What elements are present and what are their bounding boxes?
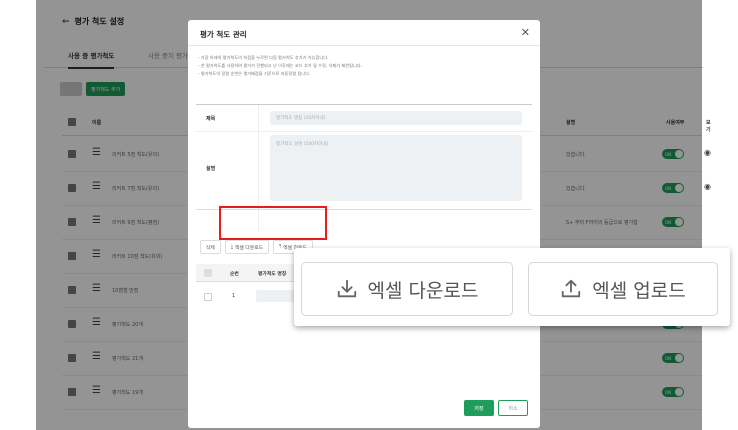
zoomed-excel-download-button[interactable]: 엑셀 다운로드 bbox=[301, 262, 513, 316]
modal-notes: - 가장 아래의 평가척도의 처점을 누르면 다음 평가척도 추가가 가능합니다… bbox=[198, 54, 528, 78]
upload-icon: ⤒ bbox=[278, 245, 282, 250]
save-button[interactable]: 저장 bbox=[464, 400, 494, 416]
cancel-button[interactable]: 취소 bbox=[498, 400, 528, 416]
eye-icon[interactable]: ◉ bbox=[704, 182, 711, 191]
download-icon: ⤓ bbox=[230, 245, 233, 250]
title-input[interactable]: 평가척도 명칭 (20자이내) bbox=[270, 111, 522, 125]
highlight-box bbox=[219, 206, 327, 240]
close-icon[interactable]: ✕ bbox=[521, 26, 530, 39]
select-all-checkbox[interactable] bbox=[204, 269, 212, 277]
modal-header: 평가 척도 관리 ✕ bbox=[188, 20, 540, 46]
note-line: - 가장 아래의 평가척도의 처점을 누르면 다음 평가척도 추가가 가능합니다… bbox=[198, 55, 329, 60]
download-icon bbox=[337, 279, 356, 298]
title-label: 제목 bbox=[206, 116, 216, 122]
screen: ← 평가 척도 설정 사용 중 평가척도 사용 중지 평가척도 평가척도 추가 … bbox=[0, 0, 738, 430]
zoomed-excel-upload-button[interactable]: 엑셀 업로드 bbox=[528, 262, 718, 316]
zoom-callout: 엑셀 다운로드 엑셀 업로드 bbox=[294, 248, 730, 326]
eye-icon[interactable]: ◉ bbox=[704, 148, 711, 157]
excel-download-button[interactable]: ⤓ 엑셀 다운로드 bbox=[224, 240, 269, 254]
modal-footer: 저장 취소 bbox=[464, 400, 528, 416]
upload-icon bbox=[562, 279, 581, 298]
desc-label: 설명 bbox=[206, 166, 216, 172]
note-line: - 평가척도의 정렬 순번은 평가배점을 기준으로 자동정렬 됩니다. bbox=[198, 71, 311, 76]
note-line: - 한 평가척도를 사용하여 평가가 진행되고 난 이후에는 코드 추가 및 수… bbox=[198, 63, 363, 68]
delete-button[interactable]: 삭제 bbox=[200, 240, 221, 254]
row-checkbox[interactable] bbox=[204, 293, 212, 301]
desc-textarea[interactable]: 평가척도 설명 (500자이내) bbox=[270, 135, 522, 201]
modal-title: 평가 척도 관리 bbox=[200, 30, 247, 39]
